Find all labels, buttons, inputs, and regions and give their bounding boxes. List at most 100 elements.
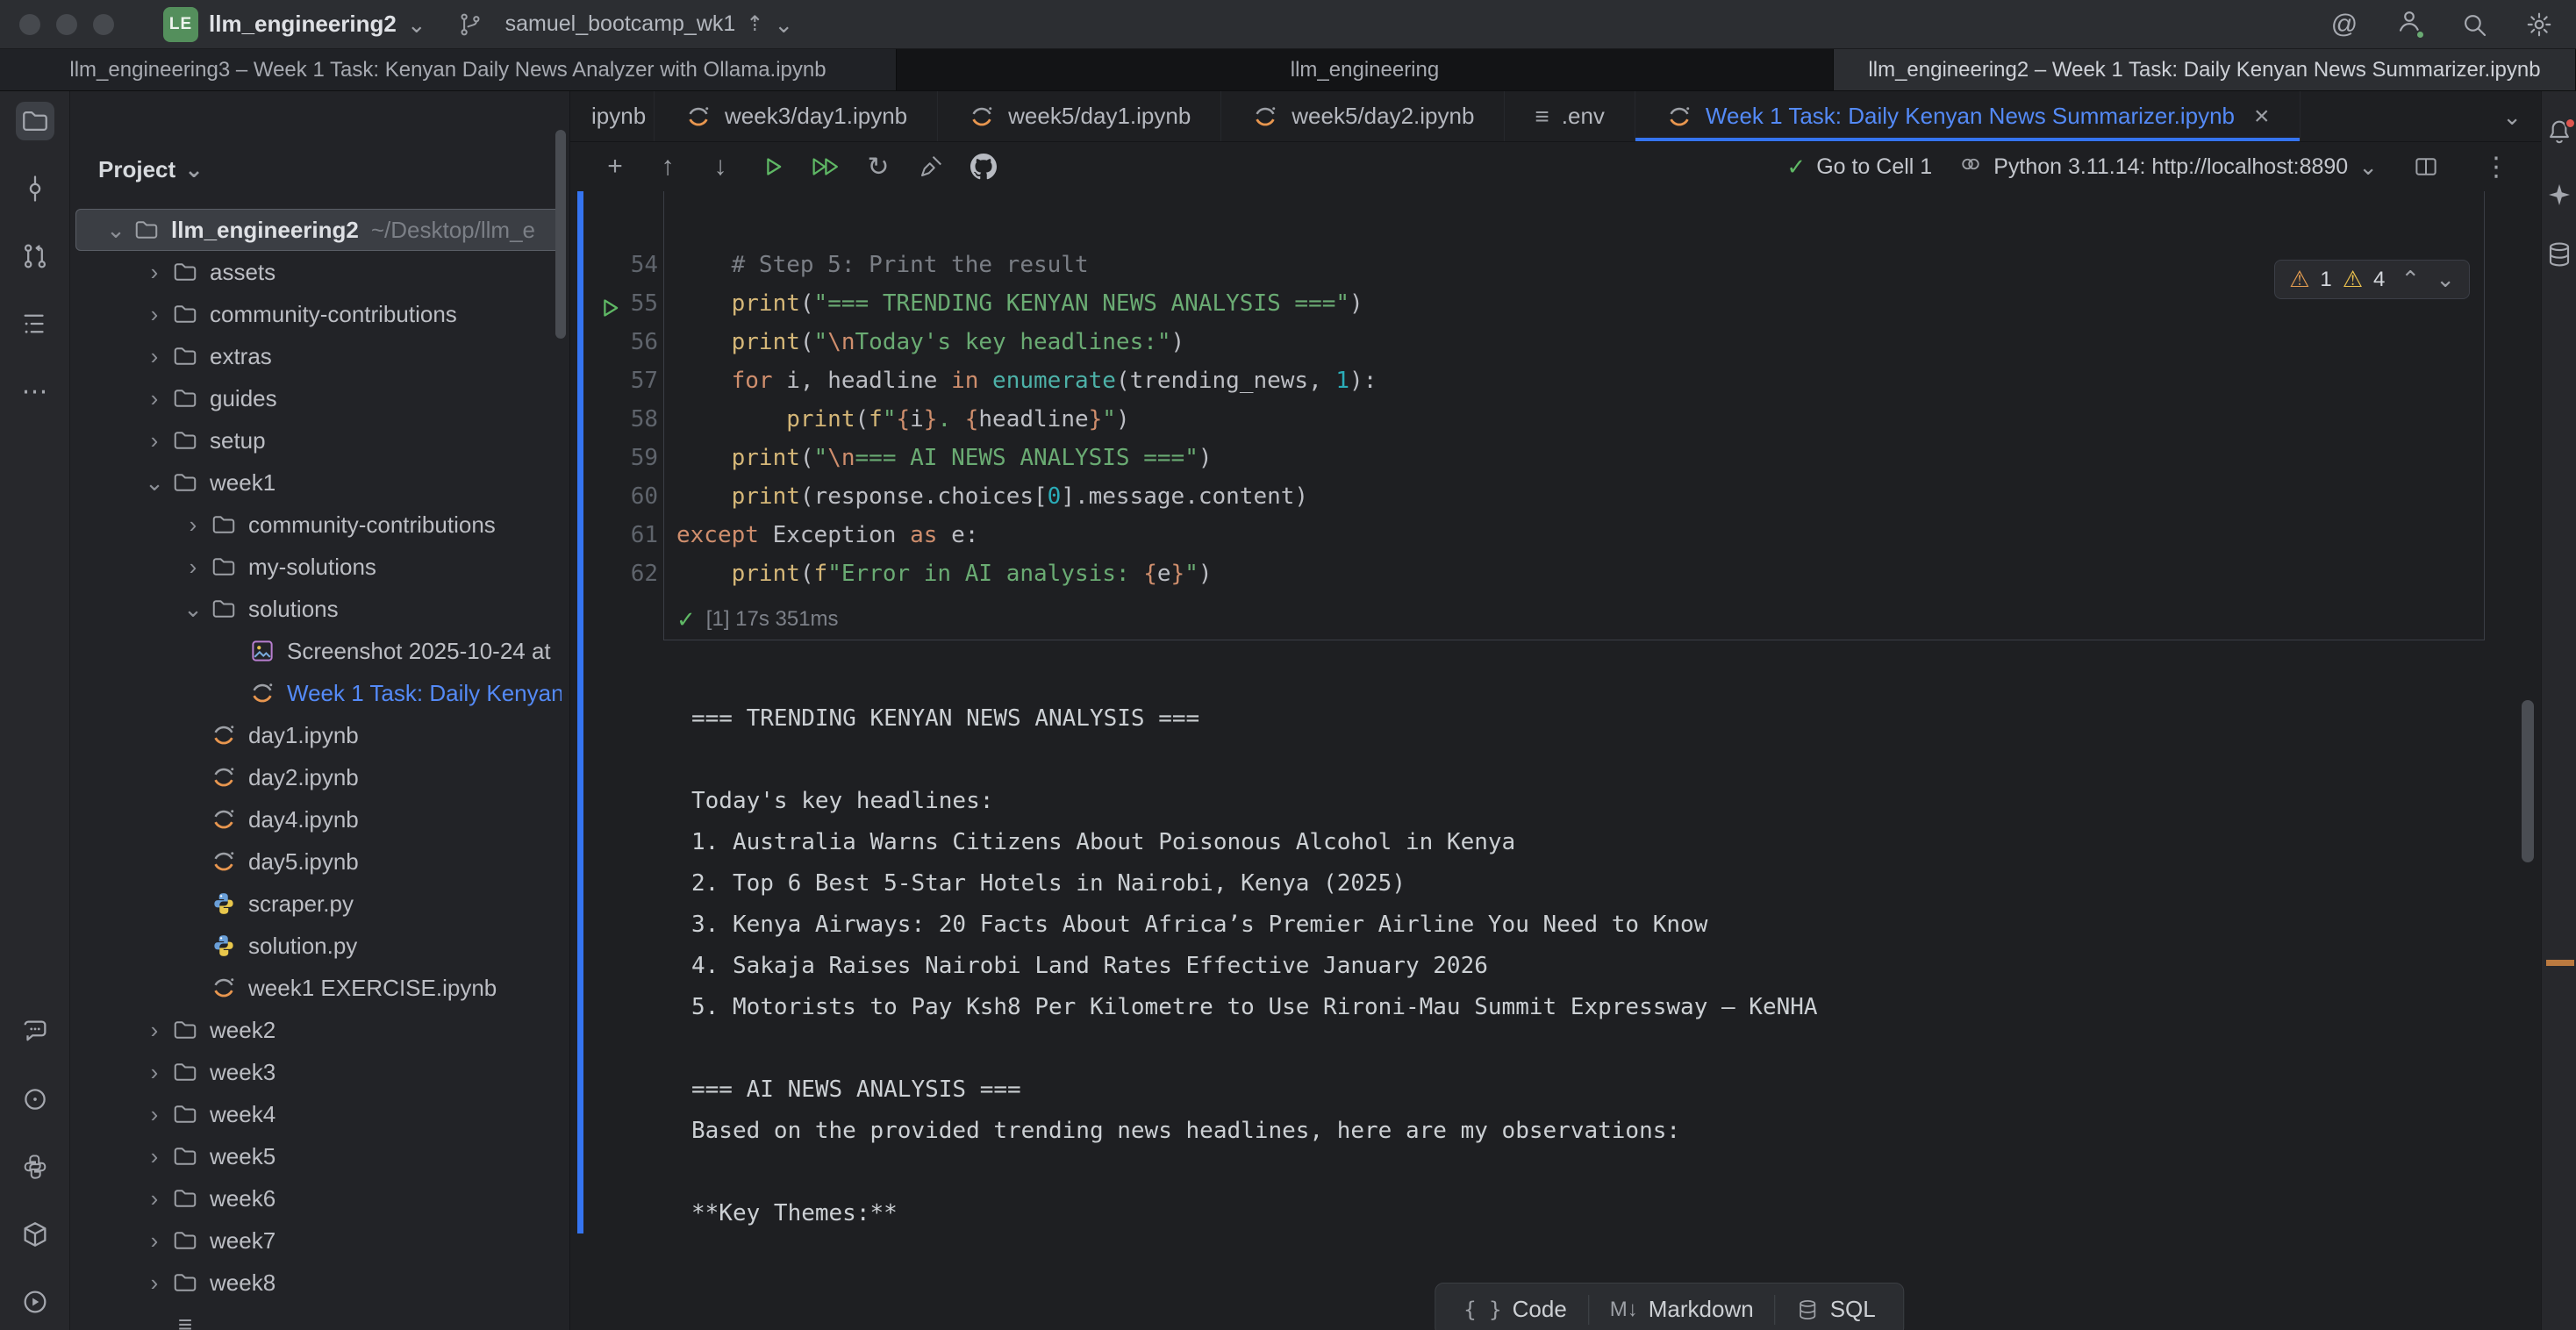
move-cell-down-button[interactable]: ↓ [698, 147, 742, 186]
window-close-button[interactable] [19, 14, 40, 35]
kernel-selector[interactable]: Python 3.11.14: http://localhost:8890 ⌄ [1958, 152, 2378, 182]
tree-item[interactable]: ›week5 [75, 1135, 562, 1177]
go-to-cell-button[interactable]: ✓ Go to Cell 1 [1786, 154, 1932, 181]
search-icon[interactable] [2457, 7, 2492, 42]
error-stripe-mark[interactable] [2546, 960, 2574, 966]
prev-problem-icon[interactable]: ⌃ [2401, 266, 2420, 293]
tree-item[interactable]: ›guides [75, 377, 562, 419]
scrollbar-thumb[interactable] [555, 130, 566, 339]
chevron-right-icon[interactable]: › [176, 554, 210, 581]
code-line[interactable]: except Exception as e: [676, 516, 1377, 554]
jupyter-variables-tool-icon[interactable] [16, 1080, 54, 1119]
add-code-cell-button[interactable]: { } Code [1442, 1287, 1588, 1330]
chevron-right-icon[interactable]: › [138, 259, 171, 286]
add-markdown-cell-button[interactable]: M↓ Markdown [1589, 1287, 1775, 1330]
database-tool-icon[interactable] [2542, 235, 2576, 274]
tree-item[interactable]: ›community-contributions [75, 293, 562, 335]
tree-item[interactable]: day1.ipynb [75, 714, 562, 756]
editor-tab[interactable]: week5/day1.ipynb [938, 91, 1221, 141]
code-line[interactable]: print("=== TRENDING KENYAN NEWS ANALYSIS… [676, 284, 1377, 323]
vcs-widget[interactable]: samuel_bootcamp_wk1 ⇡ ⌄ [456, 11, 794, 39]
tree-item[interactable]: solution.py [75, 925, 562, 967]
python-packages-tool-icon[interactable] [16, 1215, 54, 1254]
code-line[interactable]: print(f"Error in AI analysis: {e}") [676, 554, 1377, 593]
chevron-right-icon[interactable]: › [138, 1143, 171, 1170]
code-line[interactable]: print(f"{i}. {headline}") [676, 400, 1377, 439]
chevron-right-icon[interactable]: › [138, 301, 171, 328]
next-problem-icon[interactable]: ⌄ [2436, 266, 2455, 293]
tree-item[interactable]: ›setup [75, 419, 562, 461]
chevron-down-icon[interactable]: ⌄ [176, 596, 210, 623]
github-icon[interactable] [962, 147, 1005, 186]
code-line[interactable]: for i, headline in enumerate(trending_ne… [676, 361, 1377, 400]
window-tab-active[interactable]: llm_engineering2 – Week 1 Task: Daily Ke… [1834, 49, 2576, 90]
pull-requests-tool-icon[interactable] [16, 237, 54, 275]
notifications-bell-icon[interactable] [2542, 116, 2576, 154]
editor-tab[interactable]: week5/day2.ipynb [1221, 91, 1505, 141]
clear-outputs-button[interactable] [909, 147, 953, 186]
run-cell-button[interactable] [751, 147, 795, 186]
close-icon[interactable]: × [2254, 102, 2270, 132]
window-tab[interactable]: llm_engineering3 – Week 1 Task: Kenyan D… [0, 49, 897, 90]
run-all-cells-button[interactable] [804, 147, 848, 186]
mentions-icon[interactable]: @ [2327, 7, 2362, 42]
chevron-right-icon[interactable]: › [138, 1059, 171, 1086]
chevron-right-icon[interactable]: › [138, 385, 171, 412]
tree-item[interactable]: ›my-solutions [75, 546, 562, 588]
code-with-me-icon[interactable] [2392, 7, 2427, 42]
window-tab[interactable]: llm_engineering [897, 49, 1834, 90]
editor-tab[interactable]: ipynb [570, 91, 655, 141]
chevron-right-icon[interactable]: › [176, 511, 210, 539]
tree-item[interactable]: ⌄llm_engineering2~/Desktop/llm_e [75, 209, 562, 251]
chevron-right-icon[interactable]: › [138, 1227, 171, 1255]
tree-item[interactable]: ≡ [75, 1304, 562, 1330]
tree-item[interactable]: Screenshot 2025-10-24 at [75, 630, 562, 672]
code-line[interactable]: print("\n=== AI NEWS ANALYSIS ===") [676, 439, 1377, 477]
chevron-right-icon[interactable]: › [138, 343, 171, 370]
move-cell-up-button[interactable]: ↑ [646, 147, 690, 186]
code-line[interactable]: # Step 5: Print the result [676, 246, 1377, 284]
tree-item[interactable]: ›week6 [75, 1177, 562, 1219]
tree-item[interactable]: ›week4 [75, 1093, 562, 1135]
python-console-tool-icon[interactable] [16, 1148, 54, 1186]
settings-gear-icon[interactable] [2522, 7, 2557, 42]
tree-item[interactable]: ›extras [75, 335, 562, 377]
add-sql-cell-button[interactable]: SQL [1776, 1287, 1897, 1330]
window-zoom-button[interactable] [93, 14, 114, 35]
code-lines[interactable]: # Step 5: Print the result print("=== TR… [676, 246, 1377, 593]
tree-item[interactable]: day2.ipynb [75, 756, 562, 798]
hidden-tabs-button[interactable]: ⌄ [2483, 91, 2541, 141]
chevron-right-icon[interactable]: › [138, 1017, 171, 1044]
tree-item[interactable]: Week 1 Task: Daily Kenyan News Summarize… [75, 672, 562, 714]
add-cell-button[interactable]: + [593, 147, 637, 186]
tree-item[interactable]: day5.ipynb [75, 840, 562, 883]
split-editor-icon[interactable] [2404, 147, 2448, 186]
tree-item[interactable]: scraper.py [75, 883, 562, 925]
services-tool-icon[interactable] [16, 1283, 54, 1321]
project-widget[interactable]: LE llm_engineering2 ⌄ [163, 7, 426, 42]
more-options-icon[interactable]: ⋮ [2474, 147, 2518, 186]
tree-item[interactable]: day4.ipynb [75, 798, 562, 840]
chevron-down-icon[interactable]: ⌄ [99, 217, 132, 244]
tree-item[interactable]: ›week3 [75, 1051, 562, 1093]
scrollbar-thumb[interactable] [2522, 700, 2534, 862]
tree-item[interactable]: ›week7 [75, 1219, 562, 1262]
editor-tab[interactable]: ≡ .env [1505, 91, 1635, 141]
code-line[interactable]: print(response.choices[0].message.conten… [676, 477, 1377, 516]
chevron-right-icon[interactable]: › [138, 1269, 171, 1297]
structure-tool-icon[interactable] [16, 304, 54, 343]
chevron-down-icon[interactable]: ⌄ [138, 469, 171, 497]
project-panel-header[interactable]: Project ⌄ [70, 147, 569, 191]
tree-item[interactable]: ›assets [75, 251, 562, 293]
tree-item[interactable]: ⌄week1 [75, 461, 562, 504]
ai-assistant-icon[interactable] [2542, 175, 2576, 214]
tree-item[interactable]: ›community-contributions [75, 504, 562, 546]
chevron-right-icon[interactable]: › [138, 1185, 171, 1212]
tree-item[interactable]: week1 EXERCISE.ipynb [75, 967, 562, 1009]
tree-item[interactable]: ›week2 [75, 1009, 562, 1051]
code-cell[interactable]: # Step 5: Print the result print("=== TR… [663, 191, 2485, 640]
tree-item[interactable]: ›week8 [75, 1262, 562, 1304]
code-line[interactable]: print("\nToday's key headlines:") [676, 323, 1377, 361]
project-tool-icon[interactable] [16, 102, 54, 140]
tree-item[interactable]: ⌄solutions [75, 588, 562, 630]
